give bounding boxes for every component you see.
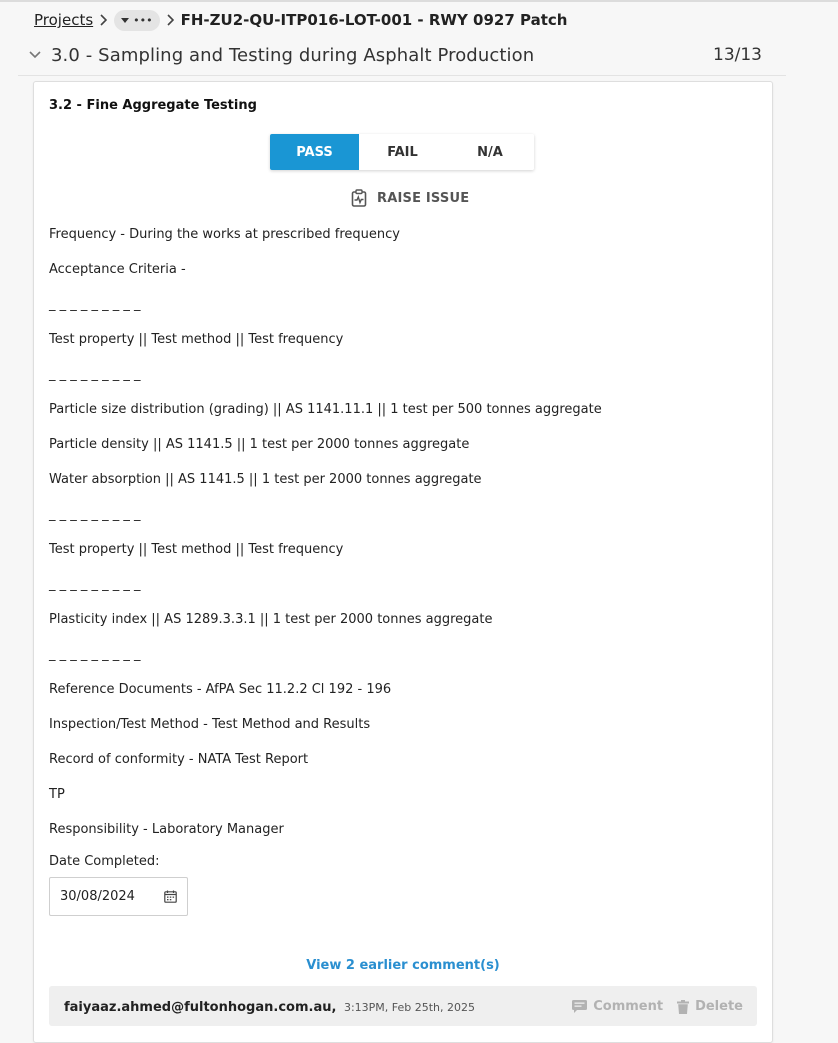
pass-button[interactable]: PASS — [270, 134, 359, 170]
item-title: 3.2 - Fine Aggregate Testing — [49, 98, 257, 113]
comment-entry: faiyaaz.ahmed@fultonhogan.com.au, 3:13PM… — [49, 986, 757, 1026]
chevron-right-icon — [99, 14, 108, 26]
breadcrumb-current: FH-ZU2-QU-ITP016-LOT-001 - RWY 0927 Patc… — [180, 11, 568, 29]
delete-button[interactable]: Delete — [677, 999, 743, 1014]
description-line: Test property || Test method || Test fre… — [49, 542, 344, 557]
description-line: Inspection/Test Method - Test Method and… — [49, 717, 371, 732]
description-line: _ _ _ _ _ _ _ _ _ — [49, 647, 141, 662]
breadcrumb-more-button[interactable]: ••• — [114, 9, 160, 31]
na-button[interactable]: N/A — [446, 134, 534, 170]
description-line: Water absorption || AS 1141.5 || 1 test … — [49, 472, 482, 487]
breadcrumb-projects-link[interactable]: Projects — [34, 11, 93, 29]
more-dots: ••• — [133, 13, 153, 27]
description-line: _ _ _ _ _ _ _ _ _ — [49, 577, 141, 592]
date-completed-field[interactable]: 30/08/2024 — [49, 877, 188, 916]
header-divider — [18, 75, 786, 76]
description-line: _ _ _ _ _ _ _ _ _ — [49, 367, 141, 382]
description-line: Responsibility - Laboratory Manager — [49, 822, 284, 837]
comment-timestamp: 3:13PM, Feb 25th, 2025 — [343, 1001, 476, 1014]
description-line: Frequency - During the works at prescrib… — [49, 227, 400, 242]
date-completed-value: 30/08/2024 — [60, 889, 135, 904]
description-line: Particle density || AS 1141.5 || 1 test … — [49, 437, 470, 452]
description-line: Test property || Test method || Test fre… — [49, 332, 344, 347]
comment-icon — [572, 1000, 588, 1013]
description-line: Record of conformity - NATA Test Report — [49, 752, 309, 767]
trash-icon — [677, 999, 690, 1014]
description-line: _ _ _ _ _ _ _ _ _ — [49, 297, 141, 312]
view-earlier-comments-link[interactable]: View 2 earlier comment(s) — [34, 958, 772, 973]
caret-down-icon — [121, 17, 130, 23]
top-divider — [0, 0, 838, 2]
chevron-down-icon[interactable] — [28, 48, 42, 62]
calendar-icon[interactable] — [164, 890, 177, 903]
comment-author-email: faiyaaz.ahmed@fultonhogan.com.au, — [64, 1000, 337, 1015]
comment-actions: Comment Delete — [572, 999, 743, 1014]
fail-button[interactable]: FAIL — [359, 134, 446, 170]
status-toggle-group: PASS FAIL N/A — [270, 134, 534, 170]
description-line: _ _ _ _ _ _ _ _ _ — [49, 507, 141, 522]
chevron-right-icon — [166, 14, 174, 26]
description-line: TP — [49, 787, 65, 802]
section-progress-count: 13/13 — [713, 45, 762, 65]
comment-button-label: Comment — [593, 999, 664, 1014]
section-header[interactable]: 3.0 - Sampling and Testing during Asphal… — [28, 42, 768, 68]
clipboard-pulse-icon — [351, 189, 367, 207]
raise-issue-button[interactable]: RAISE ISSUE — [350, 188, 469, 208]
breadcrumb: Projects ••• FH-ZU2-QU-ITP016-LOT-001 - … — [34, 9, 567, 31]
section-title: 3.0 - Sampling and Testing during Asphal… — [51, 44, 535, 66]
date-completed-label: Date Completed: — [49, 854, 160, 869]
description-line: Plasticity index || AS 1289.3.3.1 || 1 t… — [49, 612, 493, 627]
inspection-item-card: 3.2 - Fine Aggregate Testing PASS FAIL N… — [33, 81, 773, 1043]
description-line: Acceptance Criteria - — [49, 262, 186, 277]
description-line: Reference Documents - AfPA Sec 11.2.2 Cl… — [49, 682, 392, 697]
item-description: Frequency - During the works at prescrib… — [49, 225, 602, 855]
delete-button-label: Delete — [695, 999, 743, 1014]
description-line: Particle size distribution (grading) || … — [49, 402, 602, 417]
comment-author: faiyaaz.ahmed@fultonhogan.com.au, 3:13PM… — [64, 1000, 475, 1015]
raise-issue-label: RAISE ISSUE — [377, 190, 470, 206]
comment-button[interactable]: Comment — [572, 999, 663, 1014]
